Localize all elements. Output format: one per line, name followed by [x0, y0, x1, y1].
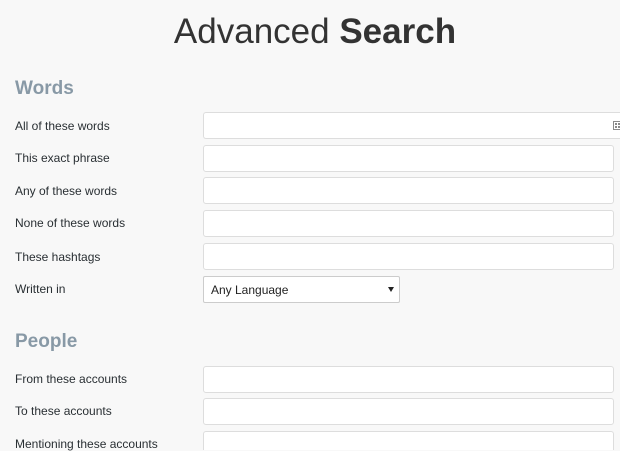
any-words-label: Any of these words [15, 184, 118, 198]
exact-phrase-label: This exact phrase [15, 151, 110, 165]
all-words-input[interactable] [203, 112, 620, 139]
none-words-label: None of these words [15, 216, 126, 230]
to-accounts-input[interactable] [203, 398, 614, 425]
page-title: Advanced Search [0, 10, 620, 54]
keyboard-icon[interactable] [613, 121, 620, 130]
to-accounts-label: To these accounts [15, 404, 112, 418]
from-accounts-input[interactable] [203, 366, 614, 393]
words-heading: Words [15, 78, 74, 99]
hashtags-input[interactable] [203, 243, 614, 270]
people-heading: People [15, 331, 78, 352]
none-words-input[interactable] [203, 210, 614, 237]
mentioning-accounts-input[interactable] [203, 431, 614, 450]
all-words-label: All of these words [15, 119, 110, 133]
page-title-bold: Search [339, 12, 457, 51]
chevron-down-icon [388, 287, 394, 292]
mentioning-accounts-label: Mentioning these accounts [15, 437, 158, 451]
language-select-value: Any Language [211, 283, 289, 297]
hashtags-label: These hashtags [15, 250, 101, 264]
exact-phrase-input[interactable] [203, 145, 614, 172]
page-title-light: Advanced [173, 12, 340, 51]
written-in-label: Written in [15, 282, 66, 296]
any-words-input[interactable] [203, 177, 614, 204]
language-select[interactable]: Any Language [203, 276, 400, 303]
from-accounts-label: From these accounts [15, 372, 128, 386]
